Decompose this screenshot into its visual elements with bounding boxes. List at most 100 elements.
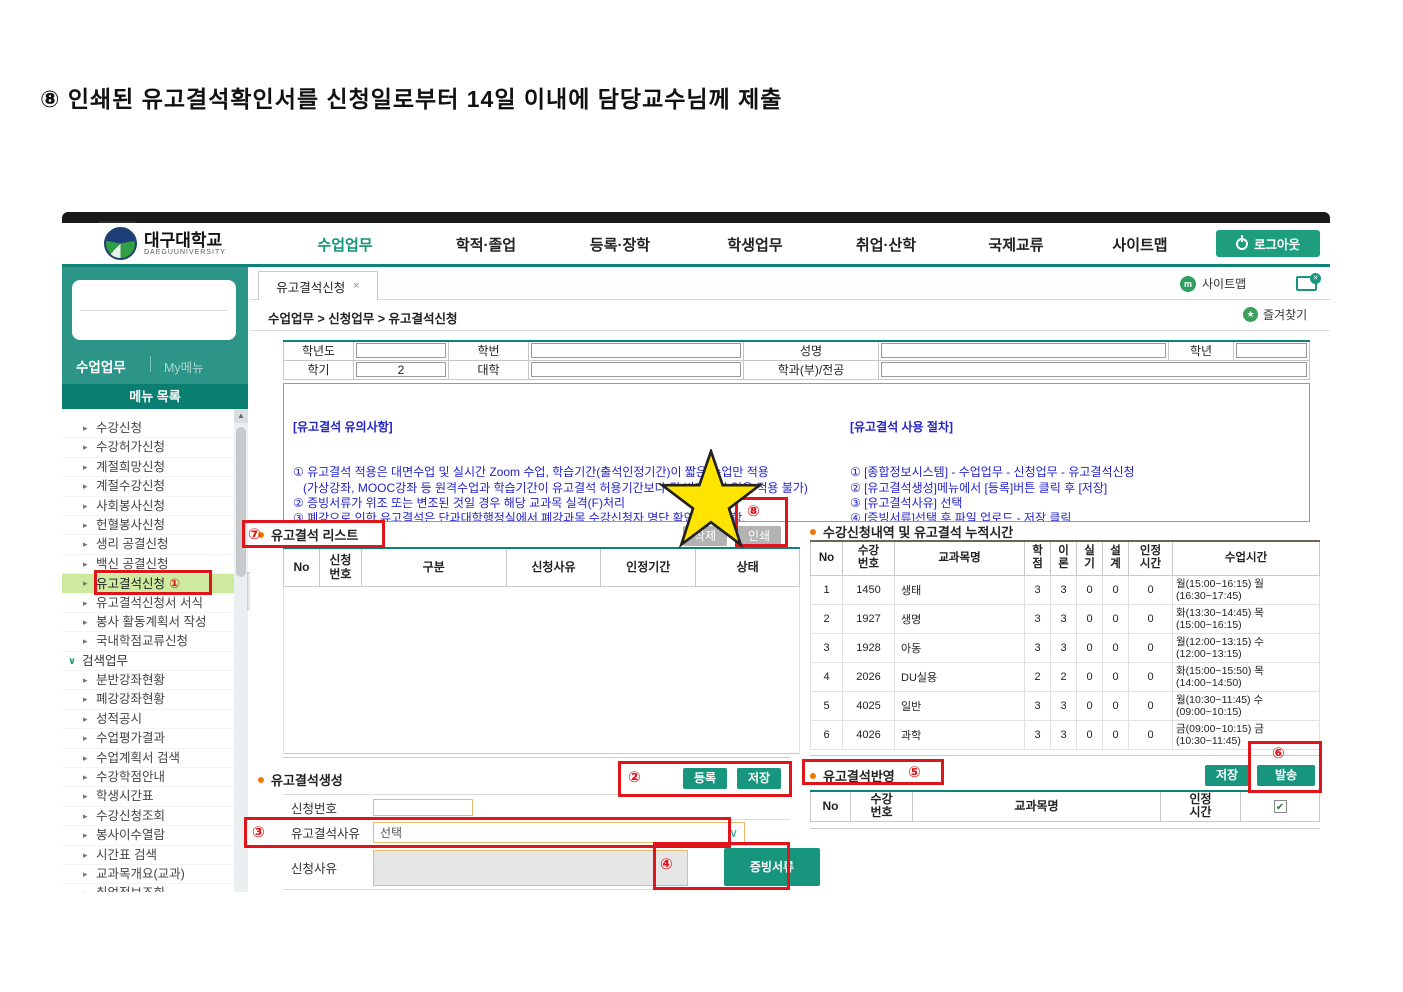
nav-item-registration[interactable]: 등록·장학 (590, 234, 650, 255)
nav-item-sitemap[interactable]: 사이트맵 (1112, 234, 1167, 255)
chevron-down-icon: ∨ (729, 823, 738, 844)
grade-field[interactable] (1236, 343, 1307, 358)
sidebar-item[interactable]: ▸ 분반강좌현황 (62, 671, 234, 690)
sidebar-item[interactable]: ▸유고결석신청서 서식 (62, 594, 234, 613)
table-cell: 월(12:00~13:15) 수(12:00~13:15) (1173, 633, 1320, 662)
sidebar-item[interactable]: ▸취업정보조회 (62, 884, 234, 892)
request-no-field[interactable] (373, 799, 473, 816)
sidebar-item[interactable]: ▸시간표 검색 (62, 846, 234, 865)
send-button[interactable]: 발송 (1257, 765, 1315, 786)
tab-close-icon[interactable]: × (353, 280, 359, 292)
close-all-tabs-icon[interactable] (1296, 276, 1317, 291)
user-info-panel (72, 280, 236, 340)
window-top-strip (62, 212, 1330, 223)
major-field[interactable] (881, 362, 1307, 377)
absence-reason-select[interactable]: 선택 ∨ (373, 822, 745, 843)
nav-item-international[interactable]: 국제교류 (988, 234, 1043, 255)
star-marker (658, 449, 764, 550)
select-all-checkbox[interactable]: ✔ (1274, 800, 1287, 813)
sidebar-item[interactable]: ▸봉사이수열람 (62, 826, 234, 845)
college-field[interactable] (531, 362, 741, 377)
sidebar-item[interactable]: ▸수강신청조회 (62, 807, 234, 826)
col-no: No (284, 548, 320, 586)
save-button[interactable]: 저장 (737, 768, 781, 789)
arrow-right-icon: ▸ (83, 497, 88, 516)
table-cell: 1 (811, 575, 843, 604)
sidebar-item[interactable]: ▸사회봉사신청 (62, 497, 234, 516)
sidebar-item-label: 폐강강좌현황 (96, 692, 165, 706)
university-logo[interactable]: 대구대학교 DAEGUUNIVERSITY (104, 227, 226, 260)
request-no-label: 신청번호 (283, 795, 369, 820)
col-theory: 이 론 (1051, 541, 1077, 575)
table-cell: 0 (1129, 662, 1173, 691)
app-header: 대구대학교 DAEGUUNIVERSITY 수업업무 학적·졸업 등록·장학 학… (62, 223, 1330, 264)
sidebar-item-label: 헌혈봉사신청 (96, 518, 165, 532)
sidebar-item[interactable]: ▸수강허가신청 (62, 438, 234, 457)
arrow-right-icon: ▸ (83, 613, 88, 632)
table-row[interactable]: 42026DU실용22000화(15:00~15:50) 목(14:00~14:… (811, 662, 1320, 691)
student-no-field[interactable] (531, 343, 741, 358)
sidebar-tab-classwork[interactable]: 수업업무 (76, 356, 126, 376)
year-field[interactable] (356, 343, 446, 358)
sidebar-item-label: 생리 공결신청 (96, 537, 168, 551)
apply-save-button[interactable]: 저장 (1205, 765, 1249, 786)
table-cell: 4025 (843, 691, 895, 720)
sitemap-shortcut[interactable]: m 사이트맵 (1180, 275, 1246, 292)
table-row[interactable]: 11450생태33000월(15:00~16:15) 월(16:30~17:45… (811, 575, 1320, 604)
table-cell: 0 (1077, 604, 1103, 633)
arrow-right-icon: ▸ (83, 671, 88, 690)
notice-line: ② [유고결석생성]메뉴에서 [등록]버튼 클릭 후 [저장] (850, 481, 1200, 496)
tab-absence-request[interactable]: 유고결석신청 × (258, 271, 378, 300)
sidebar-item[interactable]: ▸성적공시 (62, 710, 234, 729)
sidebar-item-label: 분반강좌현황 (96, 673, 165, 687)
sidebar-item[interactable]: ▸계절희망신청 (62, 458, 234, 477)
nav-item-records[interactable]: 학적·졸업 (456, 234, 516, 255)
col-period: 인정기간 (601, 548, 696, 586)
recognized-period-label: 인정기간 (283, 890, 369, 893)
sidebar-scrollbar[interactable]: ▲ (234, 409, 248, 892)
name-field[interactable] (881, 343, 1166, 358)
sidebar-item[interactable]: ▸국내학점교류신청 (62, 632, 234, 651)
sidebar-item[interactable]: ▸백신 공결신청 (62, 555, 234, 574)
sidebar-item[interactable]: ▸수강학점안내 (62, 768, 234, 787)
table-row[interactable]: 21927생명33000화(13:30~14:45) 목(15:00~16:15… (811, 604, 1320, 633)
sidebar-item[interactable]: ▸수업계획서 검색 (62, 749, 234, 768)
annotation-5: ⑤ (908, 763, 921, 781)
sidebar-item[interactable]: ▸헌혈봉사신청 (62, 516, 234, 535)
enrollment-table: No 수강 번호 교과목명 학 점 이 론 실 기 설 계 인정 시간 수업시간… (810, 540, 1320, 750)
term-field[interactable]: 2 (356, 362, 446, 377)
nav-item-classwork[interactable]: 수업업무 (317, 234, 372, 255)
sidebar-item[interactable]: ▸봉사 활동계획서 작성 (62, 613, 234, 632)
arrow-right-icon: ▸ (83, 574, 88, 593)
scroll-up-icon[interactable]: ▲ (234, 409, 248, 423)
sidebar-item[interactable]: ▸수업평가결과 (62, 729, 234, 748)
nav-item-career[interactable]: 취업·산학 (856, 234, 916, 255)
notice-left-title: [유고결석 유의사항] (293, 420, 808, 435)
sidebar-item[interactable]: ▸폐강강좌현황 (62, 690, 234, 709)
table-cell: 1450 (843, 575, 895, 604)
sidebar-item[interactable]: ▸계절수강신청 (62, 477, 234, 496)
table-row[interactable]: 31928아동33000월(12:00~13:15) 수(12:00~13:15… (811, 633, 1320, 662)
nav-item-student[interactable]: 학생업무 (727, 234, 782, 255)
field-label-student-no: 학번 (449, 341, 529, 360)
sidebar-item[interactable]: ▸교과목개요(교과) (62, 865, 234, 884)
sidebar-tab-mymenu[interactable]: My메뉴 (164, 357, 204, 376)
table-cell: 0 (1129, 604, 1173, 633)
sidebar-item[interactable]: ▸유고결석신청① (62, 574, 234, 593)
request-reason-textarea[interactable] (373, 850, 688, 886)
table-row[interactable]: 64026과학33000금(09:00~10:15) 금(10:30~11:45… (811, 720, 1320, 749)
chevron-down-icon: ∨ (68, 652, 76, 671)
favorites-button[interactable]: ★ 즐겨찾기 (1243, 306, 1307, 323)
sidebar-item[interactable]: ∨검색업무 (62, 652, 234, 671)
table-row[interactable]: 54025일반33000월(10:30~11:45) 수(09:00~10:15… (811, 691, 1320, 720)
sidebar-item[interactable]: ▸수강신청 (62, 419, 234, 438)
sidebar-item[interactable]: ▸학생시간표 (62, 787, 234, 806)
col-credit: 학 점 (1025, 541, 1051, 575)
col-practice: 실 기 (1077, 541, 1103, 575)
divider (810, 755, 1320, 756)
register-button[interactable]: 등록 (683, 768, 727, 789)
attach-documents-button[interactable]: 증빙서류 (724, 848, 820, 886)
scrollbar-thumb[interactable] (236, 427, 246, 577)
sidebar-item[interactable]: ▸생리 공결신청 (62, 535, 234, 554)
logout-button[interactable]: 로그아웃 (1216, 230, 1320, 257)
